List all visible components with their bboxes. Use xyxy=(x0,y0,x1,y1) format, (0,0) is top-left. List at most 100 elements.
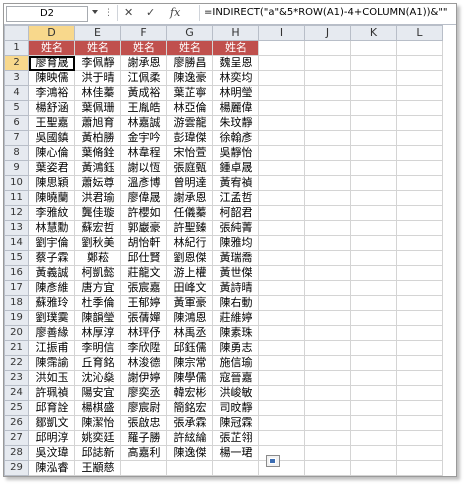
auto-fill-options-icon[interactable] xyxy=(266,455,280,467)
cell[interactable]: 洪君瑜 xyxy=(74,190,121,206)
row-header[interactable]: 19 xyxy=(4,310,29,326)
cell[interactable] xyxy=(304,70,351,86)
cell[interactable] xyxy=(258,250,305,266)
cell[interactable] xyxy=(396,130,443,146)
cell[interactable]: 陳學儒 xyxy=(166,370,213,386)
cancel-icon[interactable]: ✕ xyxy=(124,6,133,20)
cell[interactable] xyxy=(258,310,305,326)
cell[interactable] xyxy=(258,400,305,416)
column-header[interactable]: F xyxy=(120,25,167,41)
cell[interactable]: 林奕均 xyxy=(212,70,259,86)
cell[interactable] xyxy=(396,475,443,476)
cell[interactable] xyxy=(396,235,443,251)
cell[interactable]: 司旼靜 xyxy=(212,400,259,416)
row-header[interactable]: 29 xyxy=(4,460,29,476)
cell[interactable]: 莊龍文 xyxy=(120,265,167,281)
cell[interactable] xyxy=(120,475,167,476)
cell[interactable] xyxy=(350,340,397,356)
cell[interactable] xyxy=(258,70,305,86)
cell[interactable] xyxy=(304,370,351,386)
cell[interactable]: 陽安宜 xyxy=(74,385,121,401)
cell[interactable] xyxy=(258,415,305,431)
cell[interactable] xyxy=(304,85,351,101)
cell[interactable]: 彭瑋傑 xyxy=(166,130,213,146)
column-header[interactable]: K xyxy=(350,25,397,41)
cell[interactable] xyxy=(396,445,443,461)
row-header[interactable]: 23 xyxy=(4,370,29,386)
header-cell[interactable]: 姓名 xyxy=(212,40,259,56)
cell[interactable]: 柯韶君 xyxy=(212,205,259,221)
cell[interactable]: 張純菁 xyxy=(212,220,259,236)
cell[interactable]: 許珮禎 xyxy=(28,385,75,401)
cell[interactable]: 廖奕丞 xyxy=(120,385,167,401)
cell[interactable] xyxy=(350,250,397,266)
row-header[interactable]: 25 xyxy=(4,400,29,416)
cell[interactable] xyxy=(350,280,397,296)
cell[interactable] xyxy=(304,460,351,476)
cell[interactable] xyxy=(258,160,305,176)
cell[interactable] xyxy=(258,175,305,191)
cell[interactable]: 葉脩銓 xyxy=(74,145,121,161)
cell[interactable] xyxy=(304,145,351,161)
cell[interactable] xyxy=(396,265,443,281)
cell[interactable]: 鄒凱文 xyxy=(28,415,75,431)
row-header[interactable]: 27 xyxy=(4,430,29,446)
cell[interactable]: 蕭旭育 xyxy=(74,115,121,131)
cell[interactable]: 許聖臻 xyxy=(166,220,213,236)
cell[interactable]: 王胤皓 xyxy=(120,100,167,116)
cell[interactable]: 林紀行 xyxy=(166,235,213,251)
cell[interactable] xyxy=(396,145,443,161)
cell[interactable]: 曾明達 xyxy=(166,175,213,191)
cell[interactable]: 林禹丞 xyxy=(166,325,213,341)
cell[interactable]: 林浚德 xyxy=(120,355,167,371)
cell[interactable] xyxy=(258,325,305,341)
cell[interactable] xyxy=(350,265,397,281)
cell[interactable] xyxy=(350,70,397,86)
cell[interactable]: 林亞倫 xyxy=(166,100,213,116)
cell[interactable] xyxy=(396,190,443,206)
cell[interactable] xyxy=(350,385,397,401)
cell[interactable] xyxy=(258,265,305,281)
cell[interactable]: 黃宥禎 xyxy=(212,175,259,191)
column-header[interactable]: L xyxy=(396,25,443,41)
cell[interactable] xyxy=(350,100,397,116)
cell[interactable] xyxy=(304,400,351,416)
cell[interactable]: 邱明淳 xyxy=(28,430,75,446)
cell[interactable]: 陳霈諭 xyxy=(28,355,75,371)
cell[interactable]: 黃義誠 xyxy=(28,265,75,281)
cell[interactable]: 吳汶瑋 xyxy=(28,445,75,461)
cell[interactable]: 王顓慈 xyxy=(74,460,121,476)
cell[interactable] xyxy=(120,460,167,476)
cell[interactable]: 林厚淳 xyxy=(74,325,121,341)
cell[interactable]: 林韋程 xyxy=(120,145,167,161)
cell[interactable]: 謝以恆 xyxy=(120,160,167,176)
enter-icon[interactable]: ✓ xyxy=(146,6,155,20)
cell[interactable]: 施信瑜 xyxy=(212,355,259,371)
row-header[interactable]: 7 xyxy=(4,130,29,146)
cell[interactable]: 姚奕廷 xyxy=(74,430,121,446)
cell[interactable]: 陳鴻恩 xyxy=(166,310,213,326)
cell[interactable]: 蔡子霖 xyxy=(28,250,75,266)
cell[interactable] xyxy=(396,40,443,56)
cell[interactable]: 劉璞霙 xyxy=(28,310,75,326)
row-header[interactable]: 16 xyxy=(4,265,29,281)
cell[interactable]: 朱玟靜 xyxy=(212,115,259,131)
cell[interactable]: 田峰文 xyxy=(166,280,213,296)
row-header[interactable]: 5 xyxy=(4,100,29,116)
cell[interactable]: 黃柏勝 xyxy=(74,130,121,146)
cell[interactable] xyxy=(166,460,213,476)
cell[interactable] xyxy=(396,460,443,476)
cell[interactable]: 廖善緣 xyxy=(28,325,75,341)
cell[interactable] xyxy=(396,175,443,191)
column-header[interactable]: G xyxy=(166,25,213,41)
cell[interactable]: 謝承恩 xyxy=(166,190,213,206)
cell[interactable]: 廖勝昌 xyxy=(166,55,213,71)
cell[interactable] xyxy=(304,115,351,131)
cell[interactable]: 林嘉誠 xyxy=(120,115,167,131)
cell[interactable]: 張宸嘉 xyxy=(120,280,167,296)
cell[interactable]: 蘇雅玲 xyxy=(28,295,75,311)
cell[interactable] xyxy=(258,115,305,131)
cell[interactable]: 陳雅均 xyxy=(212,235,259,251)
cell[interactable]: 黃成裕 xyxy=(120,85,167,101)
cell[interactable] xyxy=(396,70,443,86)
